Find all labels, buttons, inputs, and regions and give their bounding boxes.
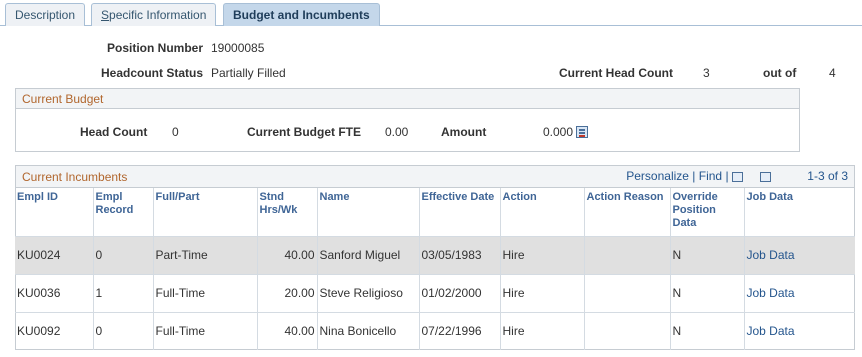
grid-row-range: 1-3 of 3: [807, 169, 848, 183]
cell-action-reason: [584, 273, 671, 312]
tab-description-label: Description: [15, 8, 76, 22]
cell-full-part: Part-Time: [153, 235, 258, 274]
out-of-label: out of: [763, 66, 797, 80]
headcount-status-value: Partially Filled: [211, 66, 286, 80]
cell-std-hrs: 40.00: [257, 311, 318, 350]
table-header-row: Empl ID Empl Record Full/Part Stnd Hrs/W…: [15, 188, 855, 236]
out-of-value: 4: [829, 66, 836, 80]
table-row[interactable]: KU0024 0 Part-Time 40.00 Sanford Miguel …: [15, 235, 855, 274]
job-data-link[interactable]: Job Data: [747, 324, 795, 338]
position-number-label: Position Number: [107, 41, 204, 55]
tab-specific-information-mnemonic: S: [101, 8, 110, 22]
cell-action-reason: [584, 235, 671, 274]
col-header-name[interactable]: Name: [317, 188, 420, 236]
job-data-link[interactable]: Job Data: [747, 248, 795, 262]
col-header-emplid[interactable]: Empl ID: [15, 188, 94, 236]
budget-amount-value: 0.000: [543, 125, 574, 139]
tab-budget-and-incumbents-label: Budget and Incumbents: [233, 8, 370, 22]
tab-bar: Description Specific Information Budget …: [0, 0, 862, 26]
cell-full-part: Full-Time: [153, 273, 258, 312]
tab-description[interactable]: Description: [5, 3, 86, 26]
budget-head-count-value: 0: [172, 125, 179, 139]
cell-std-hrs: 20.00: [257, 273, 318, 312]
col-header-job-data[interactable]: Job Data: [744, 188, 855, 236]
cell-action: Hire: [500, 235, 585, 274]
link-separator-2: |: [725, 169, 729, 183]
budget-fte-label: Current Budget FTE: [247, 125, 361, 139]
col-header-override[interactable]: Override Position Data: [670, 188, 745, 236]
budget-head-count-label: Head Count: [80, 125, 148, 139]
cell-override: N: [670, 311, 745, 350]
budget-amount-label: Amount: [441, 125, 487, 139]
current-head-count-value: 3: [703, 66, 710, 80]
cell-name: Nina Bonicello: [317, 311, 420, 350]
col-header-empl-record[interactable]: Empl Record: [93, 188, 154, 236]
cell-empl-record: 0: [93, 235, 154, 274]
cell-name: Steve Religioso: [317, 273, 420, 312]
table-row[interactable]: KU0036 1 Full-Time 20.00 Steve Religioso…: [15, 273, 855, 312]
cell-override: N: [670, 273, 745, 312]
cell-action: Hire: [500, 311, 585, 350]
col-header-full-part[interactable]: Full/Part: [153, 188, 258, 236]
tab-budget-and-incumbents[interactable]: Budget and Incumbents: [223, 3, 380, 26]
grid-navigation: Personalize | Find | 1-3 of 3: [626, 169, 848, 183]
tab-specific-information-label: pecific Information: [109, 8, 207, 22]
current-head-count-label: Current Head Count: [559, 66, 673, 80]
cell-effective-date: 07/22/1996: [419, 311, 501, 350]
cell-action: Hire: [500, 273, 585, 312]
cell-emplid: KU0036: [15, 273, 94, 312]
budget-fte-value: 0.00: [385, 125, 409, 139]
col-header-effective-date[interactable]: Effective Date: [419, 188, 501, 236]
tab-specific-information[interactable]: Specific Information: [91, 3, 217, 26]
cell-action-reason: [584, 311, 671, 350]
position-number-value: 19000085: [211, 41, 265, 55]
headcount-status-label: Headcount Status: [101, 66, 204, 80]
current-budget-groupbox: Current Budget: [15, 88, 800, 152]
col-header-action[interactable]: Action: [500, 188, 585, 236]
cell-override: N: [670, 235, 745, 274]
col-header-action-reason[interactable]: Action Reason: [584, 188, 671, 236]
current-budget-title: Current Budget: [16, 89, 799, 109]
view-all-icon[interactable]: [731, 171, 743, 182]
cell-empl-record: 0: [93, 311, 154, 350]
cell-full-part: Full-Time: [153, 311, 258, 350]
cell-name: Sanford Miguel: [317, 235, 420, 274]
incumbents-table: Empl ID Empl Record Full/Part Stnd Hrs/W…: [15, 188, 855, 350]
job-data-link[interactable]: Job Data: [747, 286, 795, 300]
cell-emplid: KU0092: [15, 311, 94, 350]
cell-std-hrs: 40.00: [257, 235, 318, 274]
col-header-std-hrs[interactable]: Stnd Hrs/Wk: [257, 188, 318, 236]
table-row[interactable]: KU0092 0 Full-Time 40.00 Nina Bonicello …: [15, 311, 855, 350]
cell-empl-record: 1: [93, 273, 154, 312]
find-link[interactable]: Find: [699, 169, 722, 183]
download-spreadsheet-icon[interactable]: [759, 171, 771, 182]
calculator-icon[interactable]: [576, 126, 588, 138]
cell-effective-date: 03/05/1983: [419, 235, 501, 274]
cell-effective-date: 01/02/2000: [419, 273, 501, 312]
link-separator: |: [692, 169, 696, 183]
cell-emplid: KU0024: [15, 235, 94, 274]
personalize-link[interactable]: Personalize: [626, 169, 689, 183]
